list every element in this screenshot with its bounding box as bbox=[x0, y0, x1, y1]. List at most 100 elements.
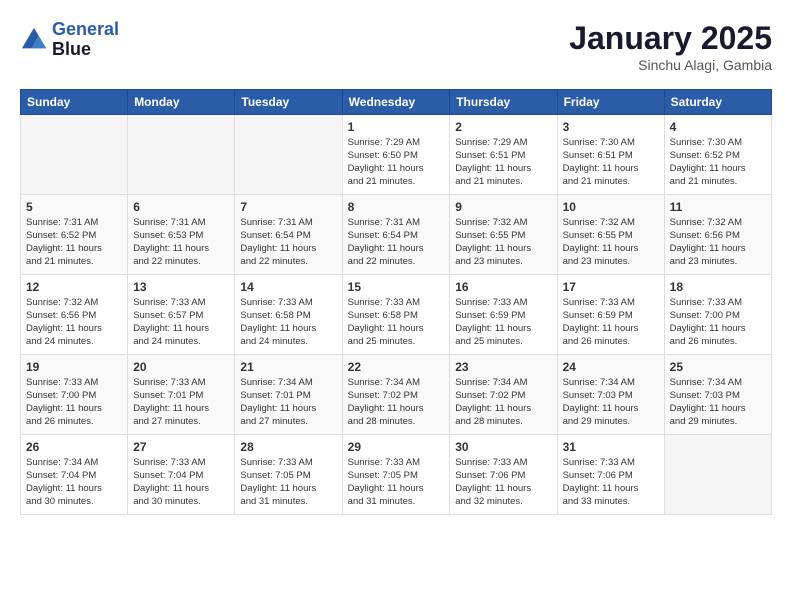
day-info: Sunset: 6:56 PM bbox=[26, 310, 122, 323]
day-info: Daylight: 11 hours bbox=[563, 403, 659, 416]
day-info: Sunrise: 7:34 AM bbox=[670, 377, 766, 390]
calendar-cell bbox=[128, 115, 235, 195]
day-number: 25 bbox=[670, 359, 766, 375]
day-info: Daylight: 11 hours bbox=[26, 403, 122, 416]
day-info: and 29 minutes. bbox=[670, 416, 766, 429]
column-header-thursday: Thursday bbox=[450, 90, 557, 115]
day-info: Sunrise: 7:30 AM bbox=[670, 137, 766, 150]
day-info: Sunrise: 7:33 AM bbox=[670, 297, 766, 310]
calendar-cell: 15Sunrise: 7:33 AMSunset: 6:58 PMDayligh… bbox=[342, 275, 450, 355]
day-info: Sunset: 7:02 PM bbox=[455, 390, 551, 403]
day-info: and 26 minutes. bbox=[563, 336, 659, 349]
day-info: Sunrise: 7:32 AM bbox=[455, 217, 551, 230]
day-number: 2 bbox=[455, 119, 551, 135]
day-info: and 30 minutes. bbox=[133, 496, 229, 509]
day-info: Daylight: 11 hours bbox=[348, 403, 445, 416]
day-info: and 31 minutes. bbox=[348, 496, 445, 509]
column-header-friday: Friday bbox=[557, 90, 664, 115]
calendar-cell: 22 Sunrise: 7:34 AMSunset: 7:02 PMDayligh… bbox=[342, 355, 450, 435]
day-info: Daylight: 11 hours bbox=[563, 483, 659, 496]
day-info: Daylight: 11 hours bbox=[133, 243, 229, 256]
day-number: 1 bbox=[348, 119, 445, 135]
day-info: Sunrise: 7:33 AM bbox=[455, 457, 551, 470]
day-info: Daylight: 11 hours bbox=[240, 403, 336, 416]
day-info: and 22 minutes. bbox=[348, 256, 445, 269]
column-header-monday: Monday bbox=[128, 90, 235, 115]
day-number: 9 bbox=[455, 199, 551, 215]
day-info: Sunset: 7:03 PM bbox=[670, 390, 766, 403]
location-subtitle: Sinchu Alagi, Gambia bbox=[569, 57, 772, 73]
day-info: Daylight: 11 hours bbox=[455, 483, 551, 496]
calendar-cell: 20Sunrise: 7:33 AMSunset: 7:01 PMDayligh… bbox=[128, 355, 235, 435]
calendar-cell: 27Sunrise: 7:33 AMSunset: 7:04 PMDayligh… bbox=[128, 435, 235, 515]
calendar-cell: 7Sunrise: 7:31 AMSunset: 6:54 PMDaylight… bbox=[235, 195, 342, 275]
day-info: Daylight: 11 hours bbox=[670, 323, 766, 336]
day-info: Sunset: 6:57 PM bbox=[133, 310, 229, 323]
calendar-cell: 21Sunrise: 7:34 AMSunset: 7:01 PMDayligh… bbox=[235, 355, 342, 435]
day-info: Daylight: 11 hours bbox=[240, 243, 336, 256]
day-info: Sunset: 7:04 PM bbox=[26, 470, 122, 483]
day-info: Sunrise: 7:34 AM bbox=[563, 377, 659, 390]
calendar-cell: 25Sunrise: 7:34 AMSunset: 7:03 PMDayligh… bbox=[664, 355, 771, 435]
day-info: and 23 minutes. bbox=[670, 256, 766, 269]
day-info: and 22 minutes. bbox=[133, 256, 229, 269]
calendar-week-2: 5Sunrise: 7:31 AMSunset: 6:52 PMDaylight… bbox=[21, 195, 772, 275]
calendar-cell: 14Sunrise: 7:33 AMSunset: 6:58 PMDayligh… bbox=[235, 275, 342, 355]
day-info: Sunset: 6:58 PM bbox=[348, 310, 445, 323]
day-info: Sunset: 7:06 PM bbox=[455, 470, 551, 483]
day-number: 24 bbox=[563, 359, 659, 375]
day-info: and 29 minutes. bbox=[563, 416, 659, 429]
day-number: 7 bbox=[240, 199, 336, 215]
day-number: 6 bbox=[133, 199, 229, 215]
day-info: Sunset: 7:00 PM bbox=[670, 310, 766, 323]
day-info: Sunrise: 7:32 AM bbox=[670, 217, 766, 230]
day-info: Daylight: 11 hours bbox=[455, 163, 551, 176]
day-info: Sunset: 6:52 PM bbox=[26, 230, 122, 243]
calendar-cell: 11Sunrise: 7:32 AMSunset: 6:56 PMDayligh… bbox=[664, 195, 771, 275]
day-info: Sunset: 7:05 PM bbox=[348, 470, 445, 483]
day-info: Sunrise: 7:34 AM bbox=[348, 377, 445, 390]
day-info: Daylight: 11 hours bbox=[455, 243, 551, 256]
day-info: Sunset: 6:53 PM bbox=[133, 230, 229, 243]
day-info: and 27 minutes. bbox=[240, 416, 336, 429]
day-info: Sunrise: 7:33 AM bbox=[563, 297, 659, 310]
calendar-cell: 8Sunrise: 7:31 AMSunset: 6:54 PMDaylight… bbox=[342, 195, 450, 275]
day-number: 31 bbox=[563, 439, 659, 455]
calendar-cell bbox=[235, 115, 342, 195]
day-info: Sunset: 7:03 PM bbox=[563, 390, 659, 403]
calendar-cell: 26Sunrise: 7:34 AMSunset: 7:04 PMDayligh… bbox=[21, 435, 128, 515]
day-number: 13 bbox=[133, 279, 229, 295]
calendar-cell: 9Sunrise: 7:32 AMSunset: 6:55 PMDaylight… bbox=[450, 195, 557, 275]
day-info: Daylight: 11 hours bbox=[348, 483, 445, 496]
calendar-week-4: 19Sunrise: 7:33 AMSunset: 7:00 PMDayligh… bbox=[21, 355, 772, 435]
calendar-cell bbox=[664, 435, 771, 515]
day-info: Sunrise: 7:33 AM bbox=[133, 297, 229, 310]
calendar-cell: 23Sunrise: 7:34 AMSunset: 7:02 PMDayligh… bbox=[450, 355, 557, 435]
day-number: 17 bbox=[563, 279, 659, 295]
day-info: Sunset: 6:59 PM bbox=[455, 310, 551, 323]
calendar-week-5: 26Sunrise: 7:34 AMSunset: 7:04 PMDayligh… bbox=[21, 435, 772, 515]
column-header-tuesday: Tuesday bbox=[235, 90, 342, 115]
calendar-cell: 18Sunrise: 7:33 AMSunset: 7:00 PMDayligh… bbox=[664, 275, 771, 355]
calendar-table: SundayMondayTuesdayWednesdayThursdayFrid… bbox=[20, 89, 772, 515]
day-info: Sunrise: 7:33 AM bbox=[240, 457, 336, 470]
day-info: and 22 minutes. bbox=[240, 256, 336, 269]
day-info: Sunset: 7:05 PM bbox=[240, 470, 336, 483]
day-number: 22 bbox=[348, 359, 445, 375]
day-number: 20 bbox=[133, 359, 229, 375]
calendar-cell: 6Sunrise: 7:31 AMSunset: 6:53 PMDaylight… bbox=[128, 195, 235, 275]
day-info: and 28 minutes. bbox=[455, 416, 551, 429]
day-info: Sunset: 7:02 PM bbox=[348, 390, 445, 403]
day-info: and 24 minutes. bbox=[133, 336, 229, 349]
column-header-saturday: Saturday bbox=[664, 90, 771, 115]
calendar-cell: 1Sunrise: 7:29 AMSunset: 6:50 PMDaylight… bbox=[342, 115, 450, 195]
day-info: Daylight: 11 hours bbox=[563, 243, 659, 256]
day-info: Sunrise: 7:34 AM bbox=[455, 377, 551, 390]
day-number: 4 bbox=[670, 119, 766, 135]
day-number: 5 bbox=[26, 199, 122, 215]
day-info: Sunset: 7:00 PM bbox=[26, 390, 122, 403]
day-info: and 21 minutes. bbox=[348, 176, 445, 189]
logo-text: General Blue bbox=[52, 20, 119, 60]
day-number: 28 bbox=[240, 439, 336, 455]
day-info: and 23 minutes. bbox=[455, 256, 551, 269]
